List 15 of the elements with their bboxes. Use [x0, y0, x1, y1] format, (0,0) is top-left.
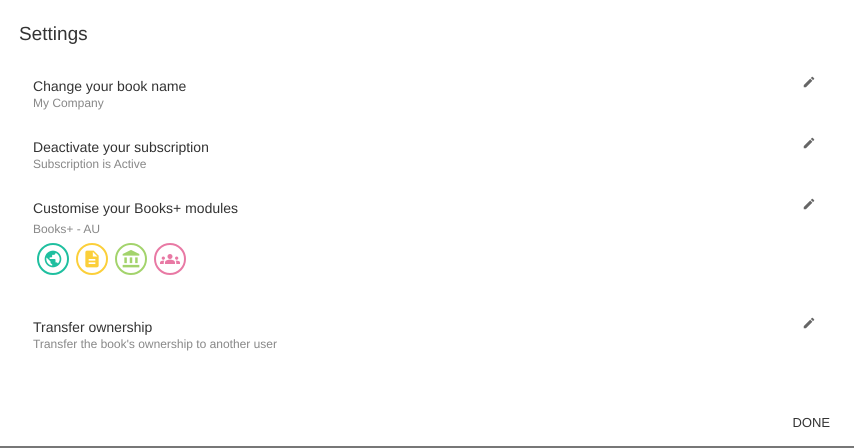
setting-value: Subscription is Active [33, 156, 146, 172]
edit-icon[interactable] [802, 316, 816, 330]
edit-icon[interactable] [802, 197, 816, 211]
setting-value: Books+ - AU [33, 221, 100, 237]
people-icon[interactable] [154, 243, 186, 275]
edit-icon[interactable] [802, 136, 816, 150]
setting-label: Deactivate your subscription [33, 138, 209, 156]
edit-icon[interactable] [802, 75, 816, 89]
done-button[interactable]: DONE [790, 412, 832, 432]
setting-label: Transfer ownership [33, 318, 152, 336]
setting-label: Customise your Books+ modules [33, 199, 238, 217]
setting-value: Transfer the book's ownership to another user [33, 336, 277, 352]
setting-value: My Company [33, 95, 104, 111]
setting-label: Change your book name [33, 77, 186, 95]
dialog-title: Settings [19, 23, 88, 47]
